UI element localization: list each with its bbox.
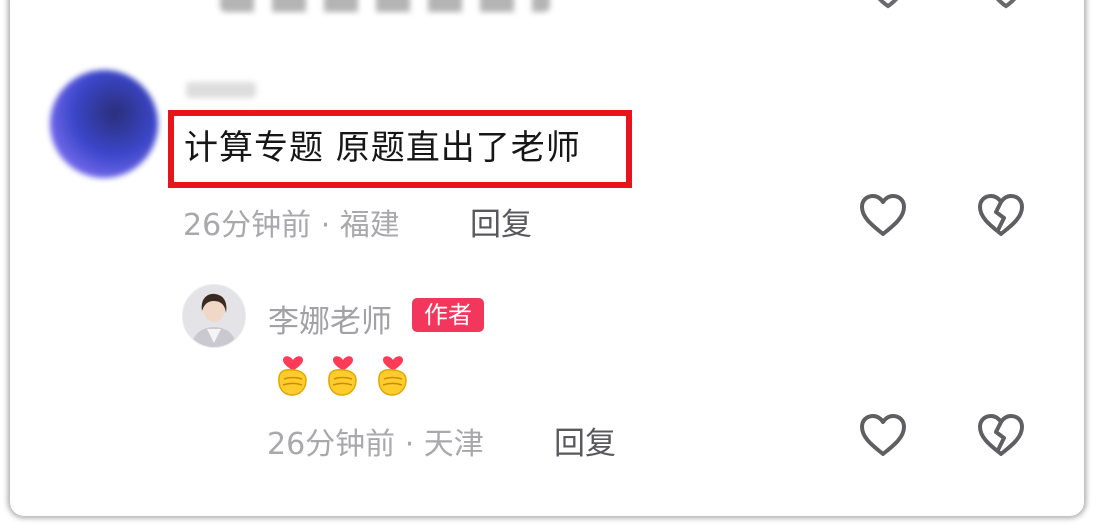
reply-time-location: 26分钟前 · 天津 — [267, 427, 484, 462]
heart-outline-icon[interactable] — [866, 0, 910, 14]
reply-button[interactable]: 回复 — [554, 418, 616, 463]
broken-heart-icon[interactable] — [976, 412, 1026, 460]
previous-comment-partial — [10, 0, 1084, 20]
username-blurred[interactable] — [186, 82, 256, 98]
author-name[interactable]: 李娜老师 — [268, 296, 392, 341]
broken-heart-icon[interactable] — [984, 0, 1028, 14]
avatar[interactable] — [50, 70, 158, 178]
comment-text: 计算专题 原题直出了老师 — [184, 128, 581, 168]
previous-comment-text-blurred — [220, 0, 550, 12]
author-avatar[interactable] — [182, 284, 246, 348]
heart-outline-icon[interactable] — [858, 412, 908, 460]
person-photo-icon — [183, 285, 245, 347]
reply-button[interactable]: 回复 — [470, 199, 532, 244]
heart-outline-icon[interactable] — [858, 192, 908, 240]
author-badge: 作者 — [412, 298, 484, 332]
comment-panel: 计算专题 原题直出了老师 26分钟前 · 福建 回复 李娜老师 作者 26分钟前… — [10, 0, 1084, 516]
finger-heart-emoji — [328, 356, 357, 396]
broken-heart-icon[interactable] — [976, 192, 1026, 240]
comment-time-location: 26分钟前 · 福建 — [183, 208, 400, 243]
finger-heart-emoji — [278, 356, 307, 396]
finger-heart-emoji — [378, 356, 407, 396]
